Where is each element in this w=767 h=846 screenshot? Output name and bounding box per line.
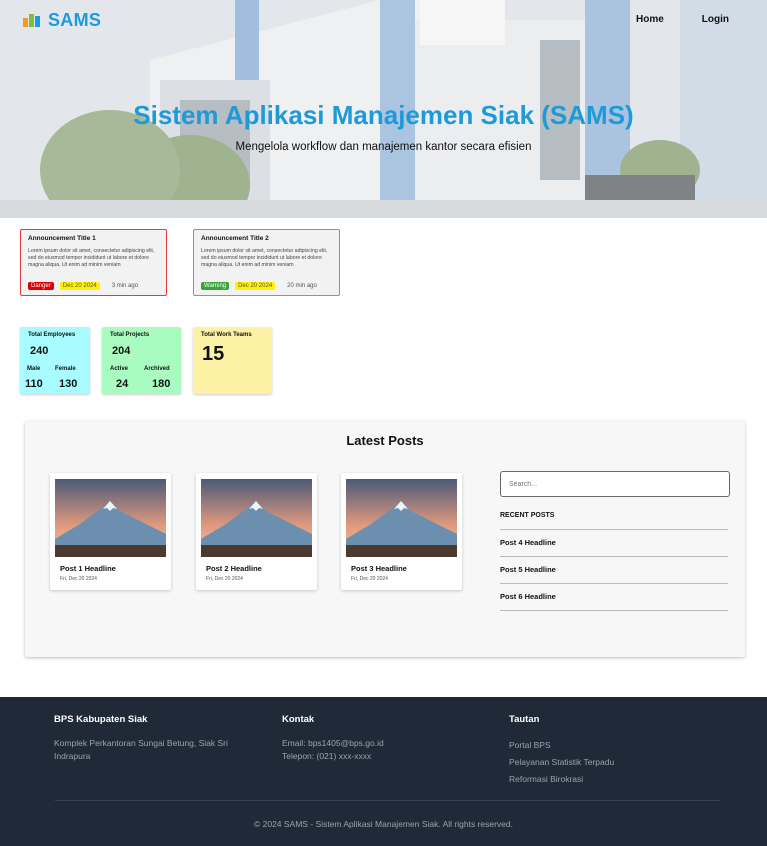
- stat-card-employees: Total Employees 240 Male Female 110 130: [20, 327, 90, 394]
- copyright: © 2024 SAMS - Sistem Aplikasi Manajemen …: [253, 819, 513, 829]
- stat-card-teams: Total Work Teams 15: [193, 327, 272, 394]
- post-thumbnail: [346, 479, 457, 557]
- post-thumbnail: [201, 479, 312, 557]
- stat-sub-value: 180: [152, 378, 171, 390]
- stat-total: 204: [112, 345, 131, 357]
- date-badge: Dec 20 2024: [59, 282, 100, 290]
- post-date: Fri, Dec 20 2024: [206, 576, 243, 582]
- footer-link[interactable]: Pelayanan Statistik Terpadu: [509, 754, 614, 771]
- footer-heading: Tautan: [509, 714, 540, 725]
- post-card[interactable]: Post 2 Headline Fri, Dec 20 2024: [196, 473, 317, 590]
- footer-divider: [55, 800, 720, 801]
- post-headline: Post 2 Headline: [206, 564, 262, 573]
- announcement-title: Announcement Title 2: [201, 235, 269, 242]
- footer-link[interactable]: Portal BPS: [509, 737, 614, 754]
- stat-label: Total Projects: [110, 332, 150, 338]
- stat-sub-label: Active: [110, 366, 129, 372]
- stat-sub-label: Female: [55, 366, 76, 372]
- post-thumbnail: [55, 479, 166, 557]
- post-card[interactable]: Post 3 Headline Fri, Dec 20 2024: [341, 473, 462, 590]
- stat-sub-value: 110: [25, 378, 43, 390]
- announcement-card[interactable]: Announcement Title 2 Lorem ipsum dolor s…: [193, 229, 340, 296]
- recent-post-link[interactable]: Post 6 Headline: [500, 583, 728, 611]
- nav-home-link[interactable]: Home: [636, 14, 664, 25]
- post-headline: Post 3 Headline: [351, 564, 407, 573]
- footer-address: Komplek Perkantoran Sungai Betung, Siak …: [54, 738, 228, 762]
- announcement-body: Lorem ipsum dolor sit amet, consectetur …: [28, 248, 155, 268]
- hero-title: Sistem Aplikasi Manajemen Siak (SAMS): [133, 100, 634, 130]
- post-headline: Post 1 Headline: [60, 564, 116, 573]
- bps-logo-icon: [23, 13, 40, 27]
- post-date: Fri, Dec 20 2024: [351, 576, 388, 582]
- stat-sub-value: 130: [59, 378, 78, 390]
- footer-email: Email: bps1405@bps.go.id: [282, 738, 384, 748]
- footer-col-links: Tautan Portal BPS Pelayanan Statistik Te…: [509, 714, 614, 788]
- announcement-body: Lorem ipsum dolor sit amet, consectetur …: [201, 248, 328, 268]
- site-footer: BPS Kabupaten Siak Komplek Perkantoran S…: [0, 697, 767, 846]
- post-date: Fri, Dec 20 2024: [60, 576, 97, 582]
- top-nav: Home Login: [636, 14, 729, 25]
- section-title: Latest Posts: [346, 433, 424, 448]
- announcement-title: Announcement Title 1: [28, 235, 96, 242]
- hero-banner: SAMS Home Login Sistem Aplikasi Manajeme…: [0, 0, 767, 218]
- brand-name: SAMS: [48, 10, 102, 30]
- latest-posts-section: Latest Posts Post 1 Headline Fri, Dec 20…: [25, 421, 745, 657]
- stat-sub-value: 24: [116, 378, 129, 390]
- footer-heading: BPS Kabupaten Siak: [54, 714, 148, 725]
- stat-sub-label: Male: [27, 366, 41, 372]
- footer-col-office: BPS Kabupaten Siak Komplek Perkantoran S…: [54, 714, 254, 763]
- stat-sub-label: Archived: [144, 366, 170, 372]
- recent-posts-title: RECENT POSTS: [500, 512, 555, 519]
- stat-label: Total Employees: [28, 332, 76, 338]
- announcement-card[interactable]: Announcement Title 1 Lorem ipsum dolor s…: [20, 229, 167, 296]
- stat-label: Total Work Teams: [201, 332, 252, 338]
- footer-col-contact: Kontak Email: bps1405@bps.go.id Telepon:…: [282, 714, 384, 763]
- stat-total: 15: [202, 343, 225, 365]
- recent-post-link[interactable]: Post 4 Headline: [500, 529, 728, 556]
- level-badge: Danger: [28, 282, 54, 290]
- post-card[interactable]: Post 1 Headline Fri, Dec 20 2024: [50, 473, 171, 590]
- time-ago: 3 min ago: [111, 283, 139, 289]
- search-input[interactable]: [500, 471, 730, 497]
- time-ago: 20 min ago: [287, 283, 317, 289]
- stat-card-projects: Total Projects 204 Active Archived 24 18…: [102, 327, 181, 394]
- footer-phone: Telepon: (021) xxx-xxxx: [282, 751, 372, 762]
- footer-link[interactable]: Reformasi Birokrasi: [509, 771, 614, 788]
- level-badge: Warning: [201, 282, 230, 290]
- stat-total: 240: [30, 345, 49, 357]
- recent-post-link[interactable]: Post 5 Headline: [500, 556, 728, 583]
- hero-subtitle: Mengelola workflow dan manajemen kantor …: [235, 141, 532, 153]
- date-badge: Dec 20 2024: [235, 282, 276, 290]
- footer-heading: Kontak: [282, 714, 315, 725]
- nav-login-link[interactable]: Login: [702, 14, 729, 25]
- brand-logo[interactable]: SAMS: [22, 10, 101, 31]
